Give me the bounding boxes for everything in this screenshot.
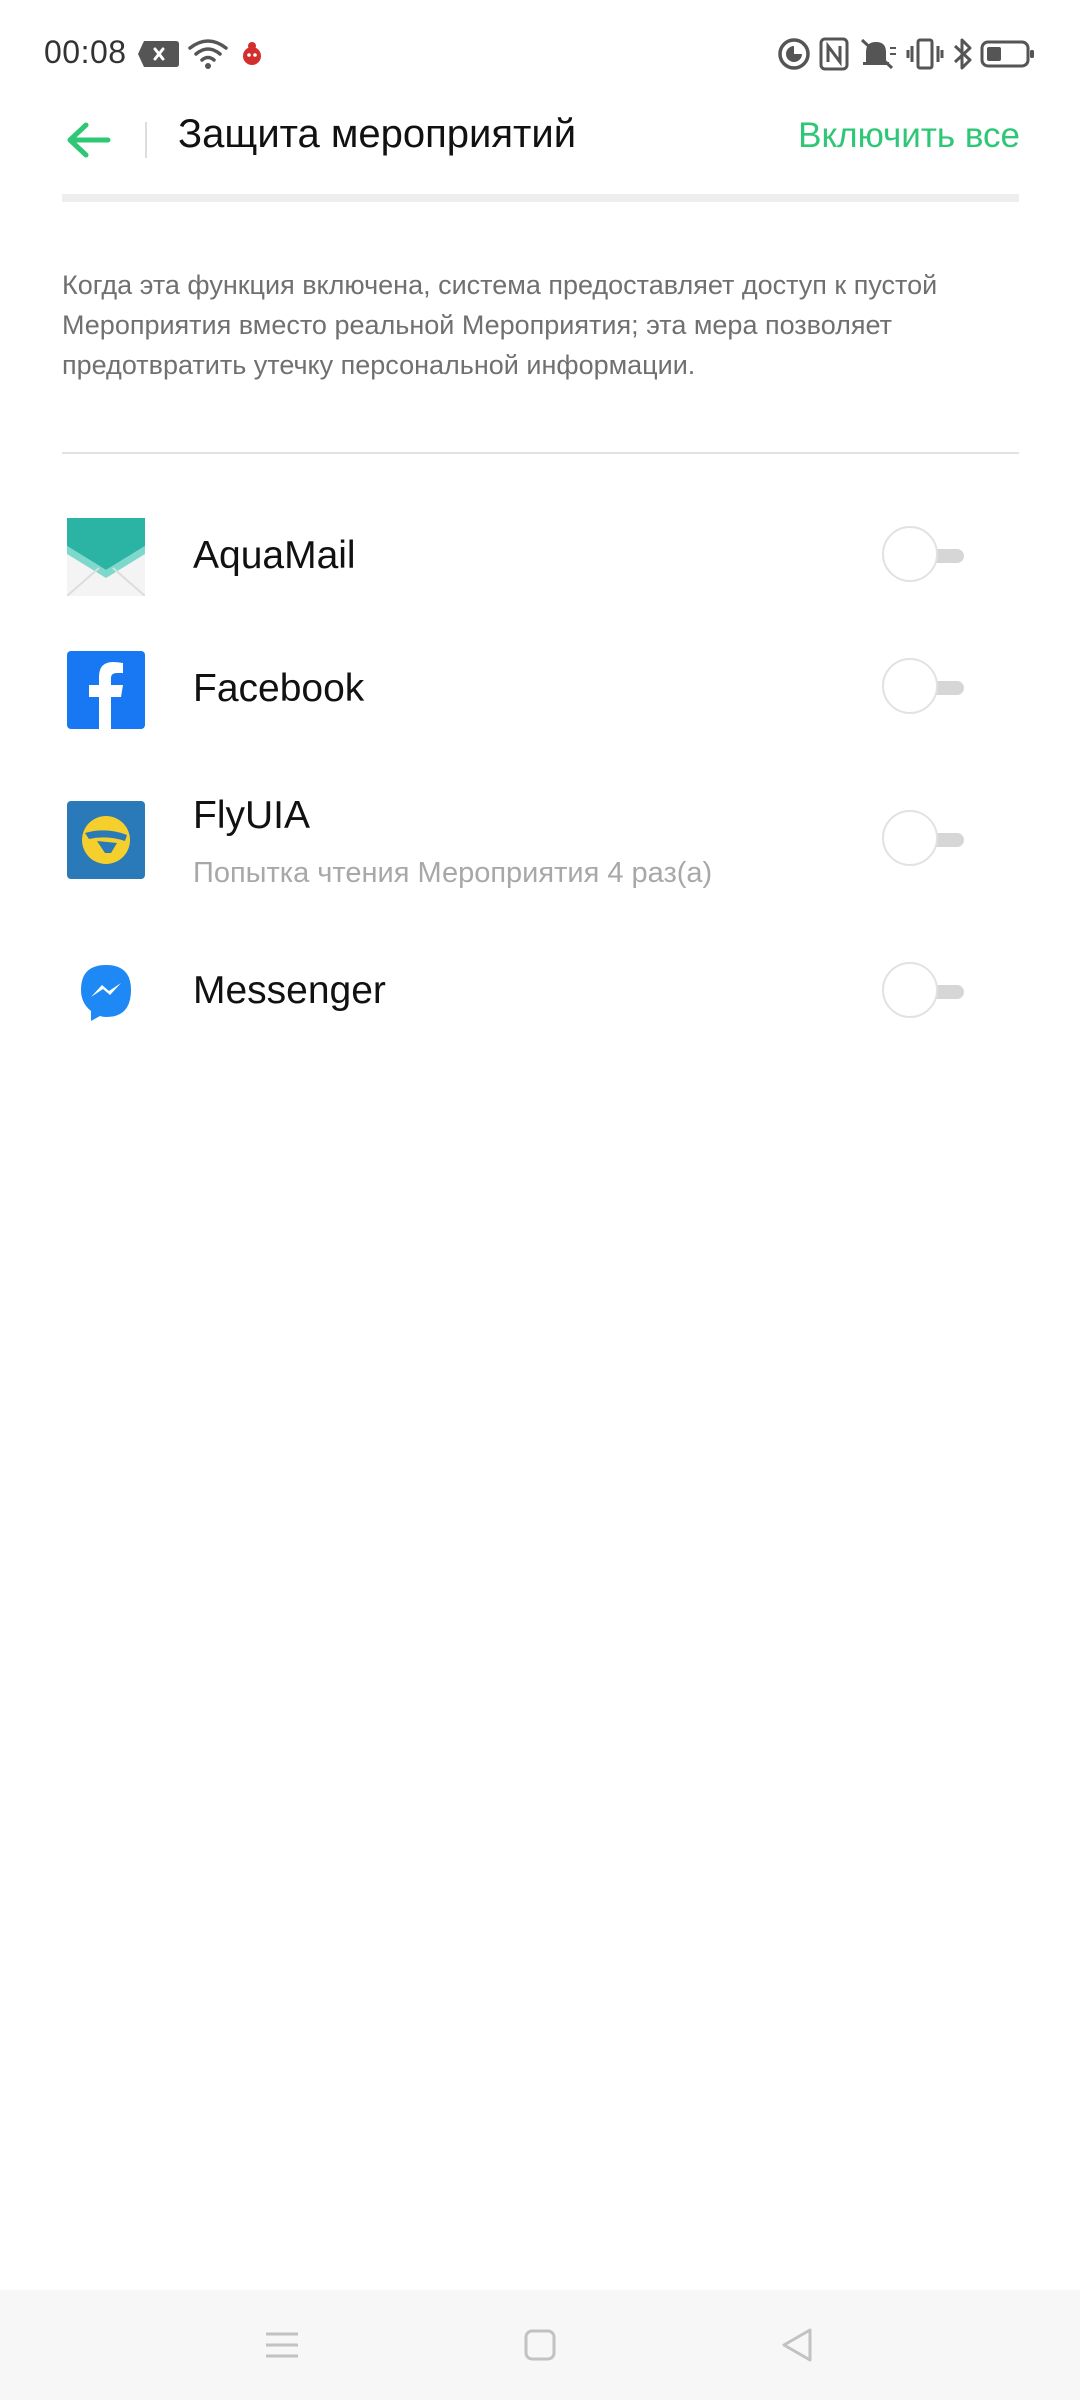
header-divider [145, 122, 147, 158]
app-name: AquaMail [193, 534, 356, 577]
feature-description: Когда эта функция включена, система пред… [62, 270, 938, 380]
app-row-flyuia[interactable]: FlyUIA Попытка чтения Мероприятия 4 раз(… [0, 770, 1080, 920]
app-name: Messenger [193, 969, 386, 1012]
app-name: Facebook [193, 667, 365, 710]
back-button[interactable] [56, 108, 120, 172]
status-bar: 00:08 [0, 0, 1080, 110]
menu-icon[interactable] [252, 2315, 312, 2375]
bug-icon [240, 34, 264, 74]
home-icon[interactable] [510, 2315, 570, 2375]
facebook-icon [67, 651, 145, 729]
section-divider [62, 452, 1019, 454]
app-row-facebook[interactable]: Facebook [0, 634, 1080, 746]
aquamail-icon [66, 518, 146, 597]
bluetooth-icon [952, 34, 974, 74]
vibrate-icon [906, 34, 944, 74]
app-row-aquamail[interactable]: AquaMail [0, 500, 1080, 612]
toggle-switch[interactable] [882, 524, 982, 588]
data-saver-icon [776, 34, 812, 74]
nfc-icon [818, 34, 850, 74]
back-arrow-icon [67, 122, 111, 158]
page-title: Защита мероприятий [178, 112, 577, 156]
flyuia-icon [67, 801, 145, 879]
enable-all-button[interactable]: Включить все [798, 116, 1020, 156]
back-triangle-icon[interactable] [768, 2315, 828, 2375]
close-notification-icon [138, 34, 180, 74]
status-time: 00:08 [44, 34, 127, 70]
header-separator [62, 194, 1019, 202]
navigation-bar [0, 2290, 1080, 2400]
battery-icon [980, 34, 1036, 74]
mute-icon [858, 34, 898, 74]
toggle-switch[interactable] [882, 808, 982, 872]
app-subtitle: Попытка чтения Мероприятия 4 раз(а) [193, 857, 713, 889]
app-row-messenger[interactable]: Messenger [0, 936, 1080, 1048]
toggle-switch[interactable] [882, 960, 982, 1024]
wifi-icon [188, 34, 228, 74]
toggle-switch[interactable] [882, 656, 982, 720]
messenger-icon [67, 953, 145, 1031]
app-name: FlyUIA [193, 794, 310, 837]
